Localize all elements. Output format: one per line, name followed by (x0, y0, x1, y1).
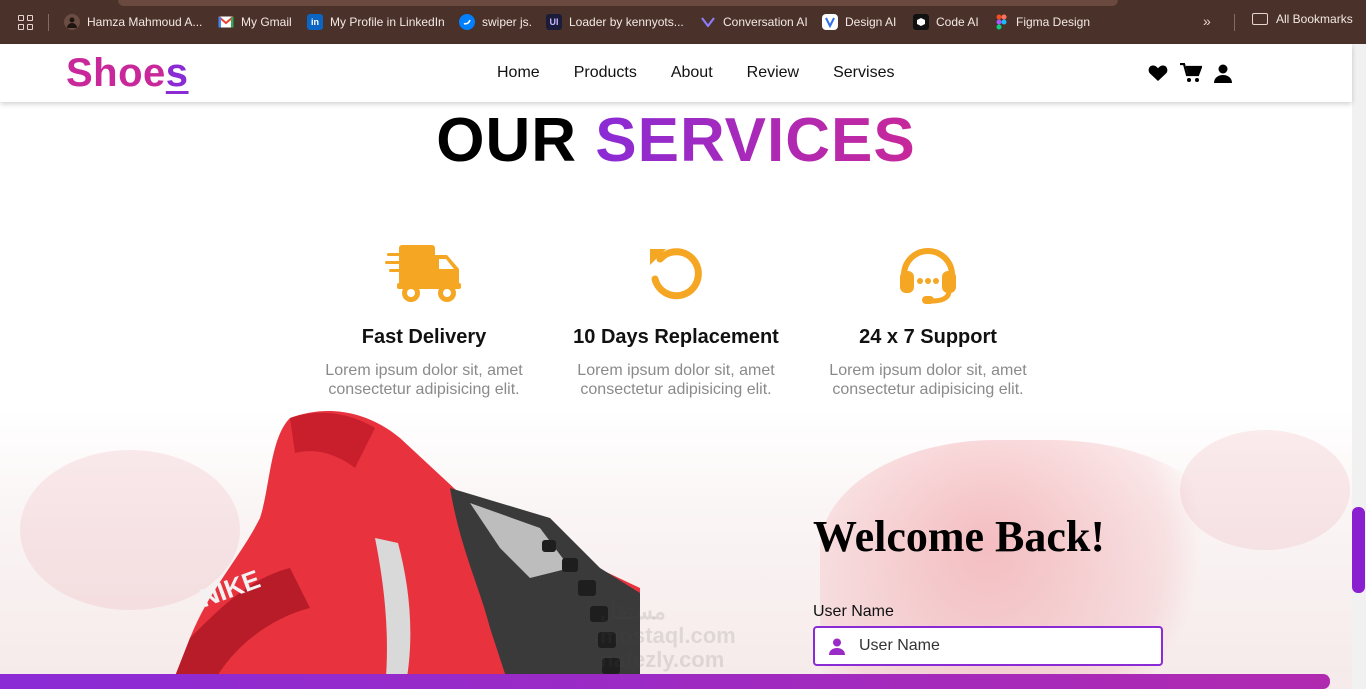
bookmark-item[interactable]: Design AI (822, 12, 896, 32)
divider (1234, 14, 1235, 31)
nav-home[interactable]: Home (497, 64, 540, 82)
services-title: OUR SERVICES (0, 105, 1352, 176)
service-card: 10 Days Replacement Lorem ipsum dolor si… (556, 240, 796, 399)
watermark-line: مستقل (600, 599, 666, 624)
divider (48, 14, 49, 31)
code-ai-icon (913, 14, 929, 30)
bottom-accent-bar (0, 674, 1330, 689)
service-text: Lorem ipsum dolor sit, amet consectetur … (325, 362, 523, 398)
bookmark-item[interactable]: Figma Design (993, 12, 1090, 32)
rotate-icon (556, 240, 796, 306)
logo-text: Shoe (66, 51, 166, 95)
swiper-icon (459, 14, 475, 30)
service-card: Fast Delivery Lorem ipsum dolor sit, ame… (304, 240, 544, 399)
username-input[interactable] (859, 636, 1149, 656)
address-bar-edge (118, 0, 1118, 6)
bookmark-label: Code AI (936, 15, 979, 29)
conversation-ai-icon (700, 14, 716, 30)
username-field[interactable] (813, 626, 1163, 666)
chevron-double-right-icon[interactable]: » (1203, 13, 1211, 29)
bookmark-item[interactable]: in My Profile in LinkedIn (307, 12, 445, 32)
bookmark-item[interactable]: Conversation AI (700, 12, 808, 32)
figma-icon (993, 14, 1009, 30)
bookmark-item[interactable]: Code AI (913, 12, 979, 32)
site-logo[interactable]: Shoes (66, 51, 189, 96)
scrollbar-thumb[interactable] (1352, 507, 1365, 593)
service-title: 24 x 7 Support (859, 326, 997, 348)
headset-icon (808, 240, 1048, 306)
bookmark-label: My Gmail (241, 15, 292, 29)
bookmarks-bar: Hamza Mahmoud A... My Gmail in My Profil… (0, 0, 1366, 44)
service-text: Lorem ipsum dolor sit, amet consectetur … (577, 362, 775, 398)
username-label: User Name (813, 603, 894, 620)
bookmark-label: Conversation AI (723, 15, 808, 29)
service-title: Fast Delivery (361, 326, 487, 348)
design-ai-icon (822, 14, 838, 30)
bookmark-label: Hamza Mahmoud A... (87, 15, 203, 29)
uiverse-icon: UI (546, 14, 562, 30)
bookmark-label: My Profile in LinkedIn (330, 15, 445, 29)
truck-icon (304, 240, 544, 306)
shoe-image: NIKE (170, 410, 640, 689)
heart-icon[interactable] (1148, 64, 1168, 87)
title-plain: OUR (436, 106, 578, 175)
bookmark-label: Figma Design (1016, 15, 1091, 29)
folder-icon (1252, 13, 1268, 25)
main-nav: Home Products About Review Servises (497, 64, 894, 82)
site-header: Shoes Home Products About Review Servise… (0, 44, 1352, 102)
linkedin-icon: in (307, 14, 323, 30)
bookmark-label: swiper js. (482, 15, 533, 29)
bookmark-item[interactable]: Hamza Mahmoud A... (64, 12, 202, 32)
nav-about[interactable]: About (671, 64, 713, 82)
all-bookmarks-label: All Bookmarks (1276, 12, 1353, 26)
title-accent: SERVICES (595, 106, 916, 175)
bookmark-item[interactable]: My Gmail (218, 12, 292, 32)
bookmark-label: Design AI (845, 15, 897, 29)
nav-services[interactable]: Servises (833, 64, 894, 82)
gmail-icon (218, 14, 234, 30)
watermark-line: nafezly.com (600, 647, 725, 672)
logo-last-letter: s (165, 51, 189, 95)
bookmark-item[interactable]: UI Loader by kennyots... (546, 12, 684, 32)
watermark-line: mostaql.com (600, 623, 736, 648)
header-actions (1148, 62, 1232, 88)
service-text: Lorem ipsum dolor sit, amet consectetur … (829, 362, 1027, 398)
user-icon (829, 638, 845, 660)
all-bookmarks-button[interactable]: All Bookmarks (1252, 12, 1353, 26)
nav-review[interactable]: Review (747, 64, 799, 82)
nav-products[interactable]: Products (574, 64, 637, 82)
bookmark-item[interactable]: swiper js. (459, 12, 532, 32)
service-card: 24 x 7 Support Lorem ipsum dolor sit, am… (808, 240, 1048, 399)
apps-grid-icon[interactable] (18, 15, 33, 30)
watermark: مستقل mostaql.com nafezly.com (600, 600, 736, 672)
profile-photo-icon (64, 14, 80, 30)
cart-icon[interactable] (1180, 62, 1203, 88)
service-title: 10 Days Replacement (573, 326, 779, 348)
login-heading: Welcome Back! (813, 512, 1106, 561)
bookmark-label: Loader by kennyots... (569, 15, 684, 29)
user-icon[interactable] (1214, 64, 1232, 88)
